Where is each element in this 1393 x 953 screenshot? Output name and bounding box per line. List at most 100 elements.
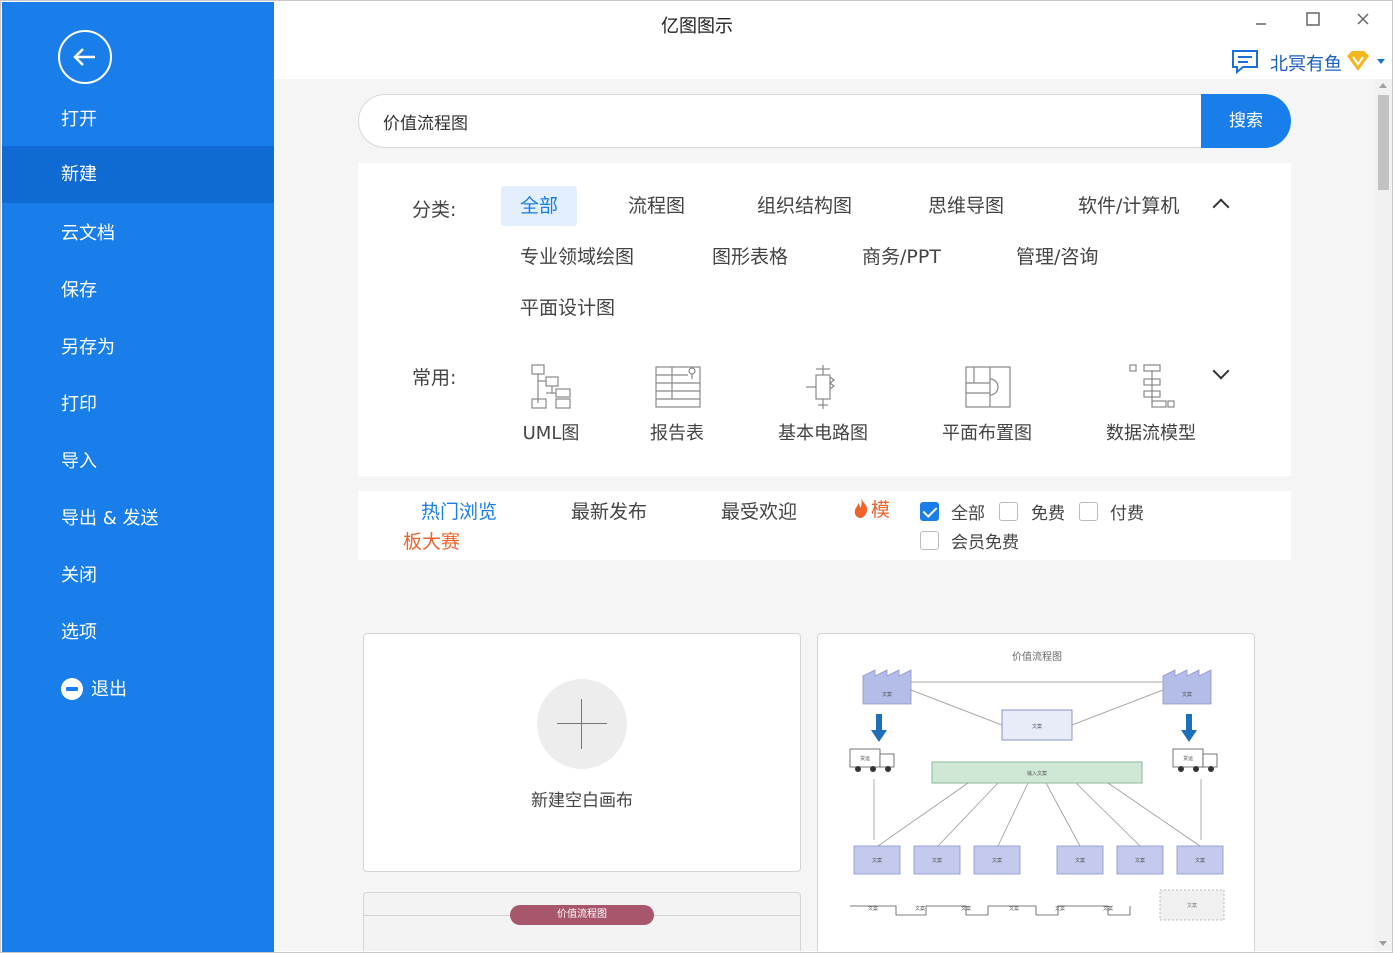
tab-popular[interactable]: 最受欢迎 [721,497,797,524]
contest-label-part1: 模 [871,499,891,521]
checkbox-free[interactable] [999,502,1018,521]
common-item-label: 报告表 [650,423,704,444]
sidebar-item-export-send[interactable]: 导出 & 发送 [2,490,274,547]
close-button[interactable] [1348,8,1378,34]
user-bar: 北冥有鱼 [274,46,1392,79]
svg-text:文案: 文案 [1055,905,1065,912]
minimize-button[interactable] [1246,8,1276,34]
sidebar-item-print[interactable]: 打印 [2,376,274,433]
scroll-up-icon[interactable] [1379,83,1387,88]
svg-text:文案: 文案 [992,857,1002,864]
minimize-icon [1256,23,1266,25]
sidebar-item-new[interactable]: 新建 [2,146,274,203]
svg-text:文案: 文案 [868,905,878,912]
common-item-floor-plan[interactable]: 平面布置图 [925,363,1049,445]
svg-text:文案: 文案 [1009,905,1019,912]
sidebar-item-import[interactable]: 导入 [2,433,274,490]
common-item-uml[interactable]: UML图 [508,363,594,445]
template-pill-title: 价值流程图 [510,905,654,925]
vip-diamond-icon [1347,51,1369,71]
app-window: 打开 新建 云文档 保存 另存为 打印 导入 导出 & 发送 关闭 选项 退出 … [0,0,1393,953]
checkbox-all[interactable] [920,502,939,521]
category-graphic-tables[interactable]: 图形表格 [693,237,807,277]
common-item-circuit[interactable]: 基本电路图 [761,363,885,445]
checkbox-paid-label: 付费 [1110,504,1144,524]
sidebar-item-save[interactable]: 保存 [2,262,274,319]
svg-text:文案: 文案 [915,905,925,912]
new-blank-canvas-label: 新建空白画布 [531,791,633,811]
main-content: 搜索 分类: 全部 流程图 组织结构图 思维导图 软件/计算机 专业领域绘图 图… [274,79,1375,951]
maximize-button[interactable] [1298,8,1328,34]
svg-text:文案: 文案 [1195,857,1205,864]
fire-icon [854,498,868,518]
category-mind-map[interactable]: 思维导图 [909,186,1023,226]
checkbox-free-label: 免费 [1031,504,1065,524]
sidebar-item-open[interactable]: 打开 [2,91,274,148]
sidebar-item-label: 云文档 [61,223,115,244]
checkbox-member-free[interactable] [920,531,939,550]
common-item-report[interactable]: 报告表 [634,363,720,445]
title-bar: 亿图图示 [274,2,1392,46]
template-card-partial[interactable]: 价值流程图 [363,892,801,951]
svg-text:文案: 文案 [932,857,942,864]
sidebar-item-label: 选项 [61,622,97,643]
chevron-down-icon[interactable] [1212,362,1230,380]
category-all[interactable]: 全部 [501,186,578,226]
chat-icon[interactable] [1231,49,1261,75]
category-business-ppt[interactable]: 商务/PPT [843,237,960,277]
search-input[interactable] [358,94,1202,148]
floor-plan-icon [965,366,1011,408]
search-button[interactable]: 搜索 [1201,94,1291,148]
chevron-down-icon[interactable] [1377,59,1385,64]
user-name[interactable]: 北冥有鱼 [1270,50,1342,76]
tab-hot[interactable]: 热门浏览 [421,497,497,524]
sidebar-item-options[interactable]: 选项 [2,604,274,661]
category-flowchart[interactable]: 流程图 [609,186,704,226]
category-graphic-design[interactable]: 平面设计图 [501,288,634,328]
checkbox-all-label: 全部 [951,504,985,524]
category-management[interactable]: 管理/咨询 [997,237,1117,277]
svg-text:输入文案: 输入文案 [1027,770,1047,777]
tab-latest[interactable]: 最新发布 [571,497,647,524]
sidebar-item-label: 打印 [61,394,97,415]
sidebar-item-label: 导出 & 发送 [61,508,159,529]
chevron-up-icon[interactable] [1212,198,1230,216]
scroll-down-icon[interactable] [1379,941,1387,946]
close-icon [1357,13,1369,25]
scroll-thumb[interactable] [1378,95,1389,190]
svg-text:货运: 货运 [1183,755,1193,762]
category-professional[interactable]: 专业领域绘图 [501,237,653,277]
sidebar-item-label: 打开 [61,109,97,130]
svg-text:货运: 货运 [860,755,870,762]
sidebar: 打开 新建 云文档 保存 另存为 打印 导入 导出 & 发送 关闭 选项 退出 [2,2,274,952]
common-item-data-flow[interactable]: 数据流模型 [1089,363,1213,445]
checkbox-paid[interactable] [1079,502,1098,521]
new-blank-canvas-card[interactable]: 新建空白画布 [363,633,801,872]
sidebar-item-label: 关闭 [61,565,97,586]
svg-text:文案: 文案 [961,905,971,912]
window-title: 亿图图示 [661,16,733,37]
data-flow-icon [1129,364,1175,408]
back-button[interactable] [58,30,112,84]
category-org-chart[interactable]: 组织结构图 [738,186,871,226]
contest-label-part2[interactable]: 板大赛 [403,527,460,554]
template-card-value-stream[interactable]: 价值流程图 文案 文案 文案 货运 货运 输入文案 文案 文案 文案 文案 文案… [817,633,1255,951]
template-thumbnail-title: 价值流程图 [1012,650,1062,663]
svg-text:文案: 文案 [872,857,882,864]
category-label: 分类: [412,199,457,221]
sidebar-item-save-as[interactable]: 另存为 [2,319,274,376]
category-software[interactable]: 软件/计算机 [1059,186,1198,226]
svg-text:文案: 文案 [882,691,892,698]
sidebar-item-cloud-docs[interactable]: 云文档 [2,205,274,262]
svg-text:文案: 文案 [1187,902,1197,909]
common-item-label: 基本电路图 [778,423,868,444]
sidebar-item-exit[interactable]: 退出 [2,661,274,718]
sidebar-item-label: 保存 [61,280,97,301]
contest-tab[interactable]: 模 [851,495,890,522]
template-thumbnail: 价值流程图 文案 文案 文案 货运 货运 输入文案 文案 文案 文案 文案 文案… [849,650,1225,921]
vertical-scrollbar[interactable] [1375,79,1392,951]
arrow-left-icon [73,48,95,66]
sidebar-item-close[interactable]: 关闭 [2,547,274,604]
circuit-icon [806,365,835,409]
category-panel: 分类: 全部 流程图 组织结构图 思维导图 软件/计算机 专业领域绘图 图形表格… [358,163,1291,476]
